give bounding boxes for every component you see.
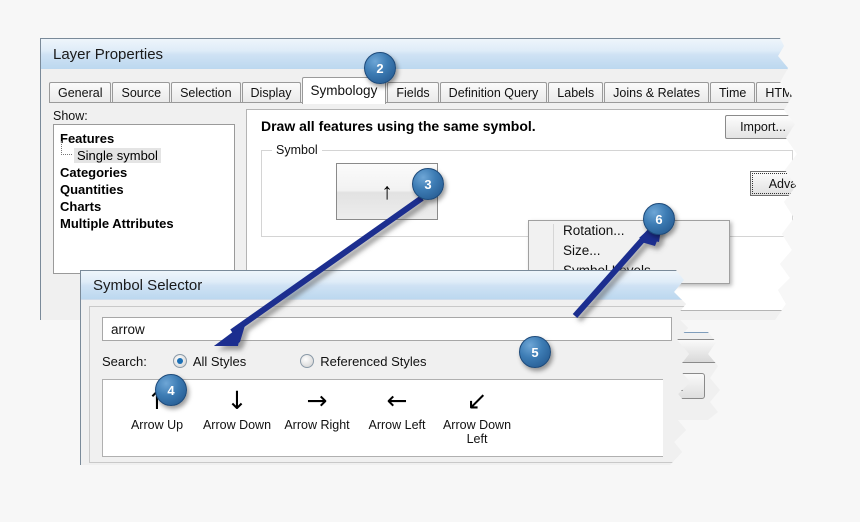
tab-definition-query[interactable]: Definition Query: [439, 82, 548, 103]
symbol-groupbox-legend: Symbol: [272, 143, 322, 157]
arrow-icon: ←: [386, 386, 408, 415]
radio-selected-icon: [172, 354, 187, 368]
symbol-gallery-item-label: Arrow Right: [284, 418, 350, 432]
show-list-item[interactable]: Quantities: [60, 181, 234, 198]
tab-time[interactable]: Time: [710, 82, 756, 103]
show-list-item[interactable]: Categories: [60, 164, 234, 181]
callout-badge-6: 6: [643, 203, 675, 235]
resize-grip-icon[interactable]: [726, 407, 736, 417]
show-label: Show:: [53, 109, 88, 123]
radio-all-styles-label: All Styles: [192, 353, 247, 369]
advanced-button-label: Advanced: [768, 176, 825, 191]
tree-line-icon: [61, 141, 72, 155]
symbol-gallery-item-label: Arrow Down Left: [442, 418, 512, 446]
tab-underline: [49, 102, 797, 103]
callout-badge-3: 3: [412, 168, 444, 200]
layer-properties-tabs: General Source Selection Display Symbology Fi…: [49, 77, 797, 104]
arrow-icon: →: [306, 386, 328, 415]
layer-properties-title: Layer Properties: [53, 45, 164, 63]
show-list[interactable]: Features Single symbol Categories Quantitie…: [53, 124, 235, 274]
tab-selection[interactable]: Selection: [171, 82, 241, 103]
search-scope-row: Search: All Styles Referenced Styles: [102, 351, 672, 371]
callout-badge-4: 4: [155, 374, 187, 406]
callout-badge-5: 5: [519, 336, 551, 368]
draw-description: Draw all features using the same symbol.: [261, 118, 536, 134]
arrow-icon: ↙: [466, 386, 488, 415]
search-scope-label: Search:: [102, 353, 147, 369]
tab-labels[interactable]: Labels: [548, 82, 604, 103]
advanced-menu-item[interactable]: Rotation...: [529, 221, 729, 241]
radio-unselected-icon: [300, 354, 315, 368]
show-list-item[interactable]: Charts: [60, 198, 234, 215]
symbol-gallery-item[interactable]: ← Arrow Left: [357, 384, 437, 432]
advanced-menu-item[interactable]: Size...: [529, 241, 729, 261]
layer-properties-titlebar: Layer Properties: [41, 39, 797, 70]
radio-all-styles[interactable]: All Styles: [172, 353, 247, 369]
symbol-gallery-item[interactable]: ↙ Arrow Down Left: [437, 384, 517, 446]
symbol-selector-title: Symbol Selector: [93, 276, 203, 294]
arrow-icon: ↓: [226, 386, 248, 415]
tab-general[interactable]: General: [49, 82, 112, 103]
advanced-button[interactable]: Advanced ▾: [750, 171, 849, 196]
symbol-gallery-item[interactable]: ↓ Arrow Down: [197, 384, 277, 432]
radio-referenced-styles-label: Referenced Styles: [320, 353, 427, 369]
show-list-subitem[interactable]: Single symbol: [61, 141, 234, 164]
symbol-gallery-item[interactable]: → Arrow Right: [277, 384, 357, 432]
search-input[interactable]: arrow: [102, 317, 672, 341]
show-list-item[interactable]: Features: [60, 130, 234, 147]
callout-badge-2: 2: [364, 52, 396, 84]
show-list-subitem-label: Single symbol: [74, 148, 161, 163]
symbol-gallery-item-label: Arrow Down: [202, 418, 272, 432]
tab-display[interactable]: Display: [241, 82, 301, 103]
radio-referenced-styles[interactable]: Referenced Styles: [300, 353, 427, 369]
import-button[interactable]: Import...: [725, 115, 797, 139]
symbol-gallery-item-label: Arrow Left: [368, 418, 426, 432]
tab-source[interactable]: Source: [112, 82, 171, 103]
tab-html-p[interactable]: HTML P: [756, 82, 797, 103]
symbol-selector-window: Symbol Selector arrow Search: All Styles…: [80, 270, 690, 465]
chevron-down-icon: ▾: [843, 178, 849, 188]
tab-joins-relates[interactable]: Joins & Relates: [604, 82, 709, 103]
symbol-selector-titlebar: Symbol Selector: [81, 271, 690, 300]
show-list-item[interactable]: Multiple Attributes: [60, 215, 234, 232]
arrow-up-icon: ↑: [381, 178, 393, 204]
screenshot-stage: Layer Properties General Source Selection D…: [0, 0, 860, 522]
tab-fields[interactable]: Fields: [387, 82, 439, 103]
symbol-gallery-item-label: Arrow Up: [130, 418, 184, 432]
